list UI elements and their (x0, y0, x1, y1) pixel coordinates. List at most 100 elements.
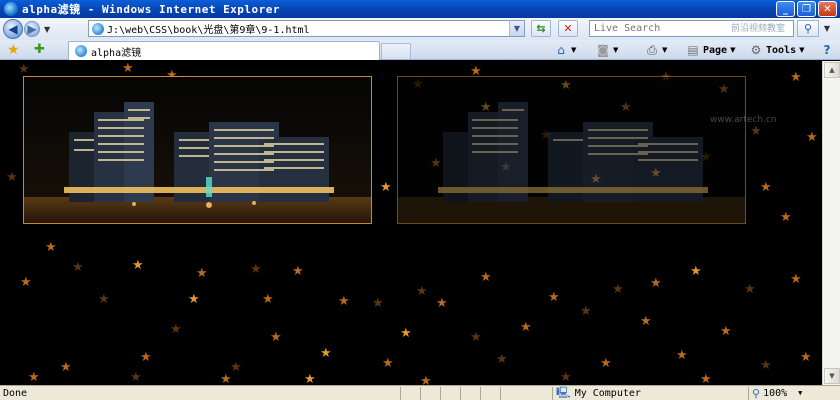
star-icon: ★ (548, 290, 560, 305)
new-tab-button[interactable] (381, 43, 411, 59)
add-favorites-icon[interactable]: ✚ (34, 42, 45, 57)
star-icon: ★ (480, 270, 492, 285)
search-button[interactable]: ⚲ (797, 20, 819, 37)
site-watermark: 前沿视频教室 (730, 24, 785, 34)
star-icon: ★ (416, 284, 428, 299)
star-icon: ★ (372, 296, 384, 311)
star-icon: ★ (304, 372, 316, 385)
city-night-photo-faded (398, 77, 745, 223)
maximize-icon: ❐ (802, 3, 811, 15)
zoom-icon: ⚲ (752, 386, 761, 400)
close-button[interactable]: ✕ (818, 1, 837, 17)
star-icon: ★ (640, 314, 652, 329)
star-icon: ★ (520, 320, 532, 335)
status-divider (500, 387, 501, 400)
star-icon: ★ (188, 292, 200, 307)
star-icon: ★ (6, 170, 18, 185)
star-icon: ★ (650, 276, 662, 291)
status-divider (480, 387, 481, 400)
rss-feed-icon: ◙ (597, 43, 609, 57)
star-icon: ★ (220, 372, 232, 385)
scroll-down-button[interactable]: ▼ (824, 368, 840, 384)
refresh-button[interactable]: ⇆ (531, 20, 551, 37)
minimize-button[interactable]: _ (776, 1, 795, 17)
maximize-button[interactable]: ❐ (797, 1, 816, 17)
star-icon: ★ (790, 70, 802, 85)
original-photo (23, 76, 372, 224)
window-controls: _ ❐ ✕ (776, 1, 837, 17)
star-icon: ★ (130, 370, 142, 385)
star-icon: ★ (750, 124, 762, 139)
zoom-dropdown-icon: ▼ (798, 389, 803, 397)
search-input[interactable] (594, 23, 714, 34)
star-icon: ★ (676, 348, 688, 363)
star-icon: ★ (72, 260, 84, 275)
search-options-icon[interactable]: ▼ (820, 20, 834, 37)
star-icon: ★ (380, 180, 392, 195)
address-text[interactable]: J:\web\CSS\book\光盘\第9章\9-1.html (107, 21, 310, 36)
status-divider (440, 387, 441, 400)
star-icon: ★ (60, 360, 72, 375)
star-icon: ★ (196, 266, 208, 281)
address-field[interactable]: J:\web\CSS\book\光盘\第9章\9-1.html ▼ (88, 20, 525, 37)
star-icon: ★ (744, 282, 756, 297)
vertical-scrollbar[interactable]: ▲ ▼ (822, 61, 840, 385)
close-icon: ✕ (823, 3, 832, 15)
forward-button[interactable]: ▶ (24, 21, 40, 37)
star-icon: ★ (420, 374, 432, 385)
star-icon: ★ (28, 370, 40, 385)
star-icon: ★ (98, 292, 110, 307)
stop-icon: ✕ (563, 22, 573, 35)
star-icon: ★ (780, 210, 792, 225)
page-content: ★ ★ ★ ★ ★ ★ ★ ★ ★ ★ ★ ★ ★ ★ ★ ★ ★ ★ ★ ★ ★ ★ ★ ★ ★ ★ ★ ★ ★ ★ ★ ★ ★ ★ ★ ★ ★ ★ ★ ★… (0, 61, 822, 385)
window-title: alpha滤镜 - Windows Internet Explorer (22, 3, 281, 16)
address-dropdown-icon[interactable]: ▼ (509, 21, 524, 36)
home-button[interactable]: ⌂ ▼ (554, 42, 576, 58)
tools-label: Tools (766, 44, 797, 56)
print-button[interactable]: ⎙ ▼ (645, 42, 667, 58)
star-icon: ★ (436, 296, 448, 311)
favorites-star-icon[interactable]: ★ (7, 42, 20, 58)
star-icon: ★ (122, 61, 134, 76)
star-icon: ★ (800, 350, 812, 365)
star-icon: ★ (320, 346, 332, 361)
star-icon: ★ (270, 330, 282, 345)
page-icon (75, 45, 87, 57)
star-icon: ★ (230, 360, 242, 375)
alpha-filtered-photo (397, 76, 746, 224)
status-divider (552, 387, 553, 400)
search-field[interactable]: 前沿视频教室 (589, 20, 794, 37)
star-icon: ★ (292, 264, 304, 279)
star-icon: ★ (470, 330, 482, 345)
zoom-level: 100% (763, 387, 788, 399)
help-button[interactable]: ? (820, 42, 834, 58)
history-dropdown-icon[interactable]: ▼ (44, 25, 50, 34)
title-bar: alpha滤镜 - Windows Internet Explorer _ ❐ … (0, 0, 840, 18)
refresh-icon: ⇆ (536, 22, 546, 35)
tab-toolbar: ★ ✚ alpha滤镜 ⌂ ▼ ◙ ▼ ⎙ ▼ ▤ Page ▼ ⚙ Tools ▼ ? (0, 40, 840, 60)
star-icon: ★ (612, 282, 624, 297)
zoom-control[interactable]: ⚲ 100% ▼ (752, 387, 802, 400)
stop-button[interactable]: ✕ (558, 20, 578, 37)
star-icon: ★ (720, 324, 732, 339)
feeds-button[interactable]: ◙ ▼ (596, 42, 618, 58)
status-divider (460, 387, 461, 400)
star-icon: ★ (382, 356, 394, 371)
address-toolbar: ◀ ▶ ▼ J:\web\CSS\book\光盘\第9章\9-1.html ▼ … (0, 18, 840, 40)
star-icon: ★ (580, 304, 592, 319)
star-icon: ★ (760, 358, 772, 373)
computer-icon: 🖳 (556, 385, 571, 399)
tab-active[interactable]: alpha滤镜 (68, 41, 380, 60)
tab-label: alpha滤镜 (91, 47, 142, 59)
scroll-up-button[interactable]: ▲ (824, 62, 840, 78)
back-button[interactable]: ◀ (3, 19, 23, 39)
status-divider (420, 387, 421, 400)
star-icon: ★ (250, 262, 262, 277)
security-zone[interactable]: 🖳 My Computer (556, 384, 641, 400)
tools-menu-button[interactable]: ⚙ Tools ▼ (749, 42, 805, 58)
star-icon: ★ (45, 240, 57, 255)
status-bar: Done 🖳 My Computer ⚲ 100% ▼ (0, 385, 840, 400)
gear-icon: ⚙ (750, 43, 762, 57)
star-icon: ★ (790, 272, 802, 287)
page-menu-button[interactable]: ▤ Page ▼ (686, 42, 735, 58)
